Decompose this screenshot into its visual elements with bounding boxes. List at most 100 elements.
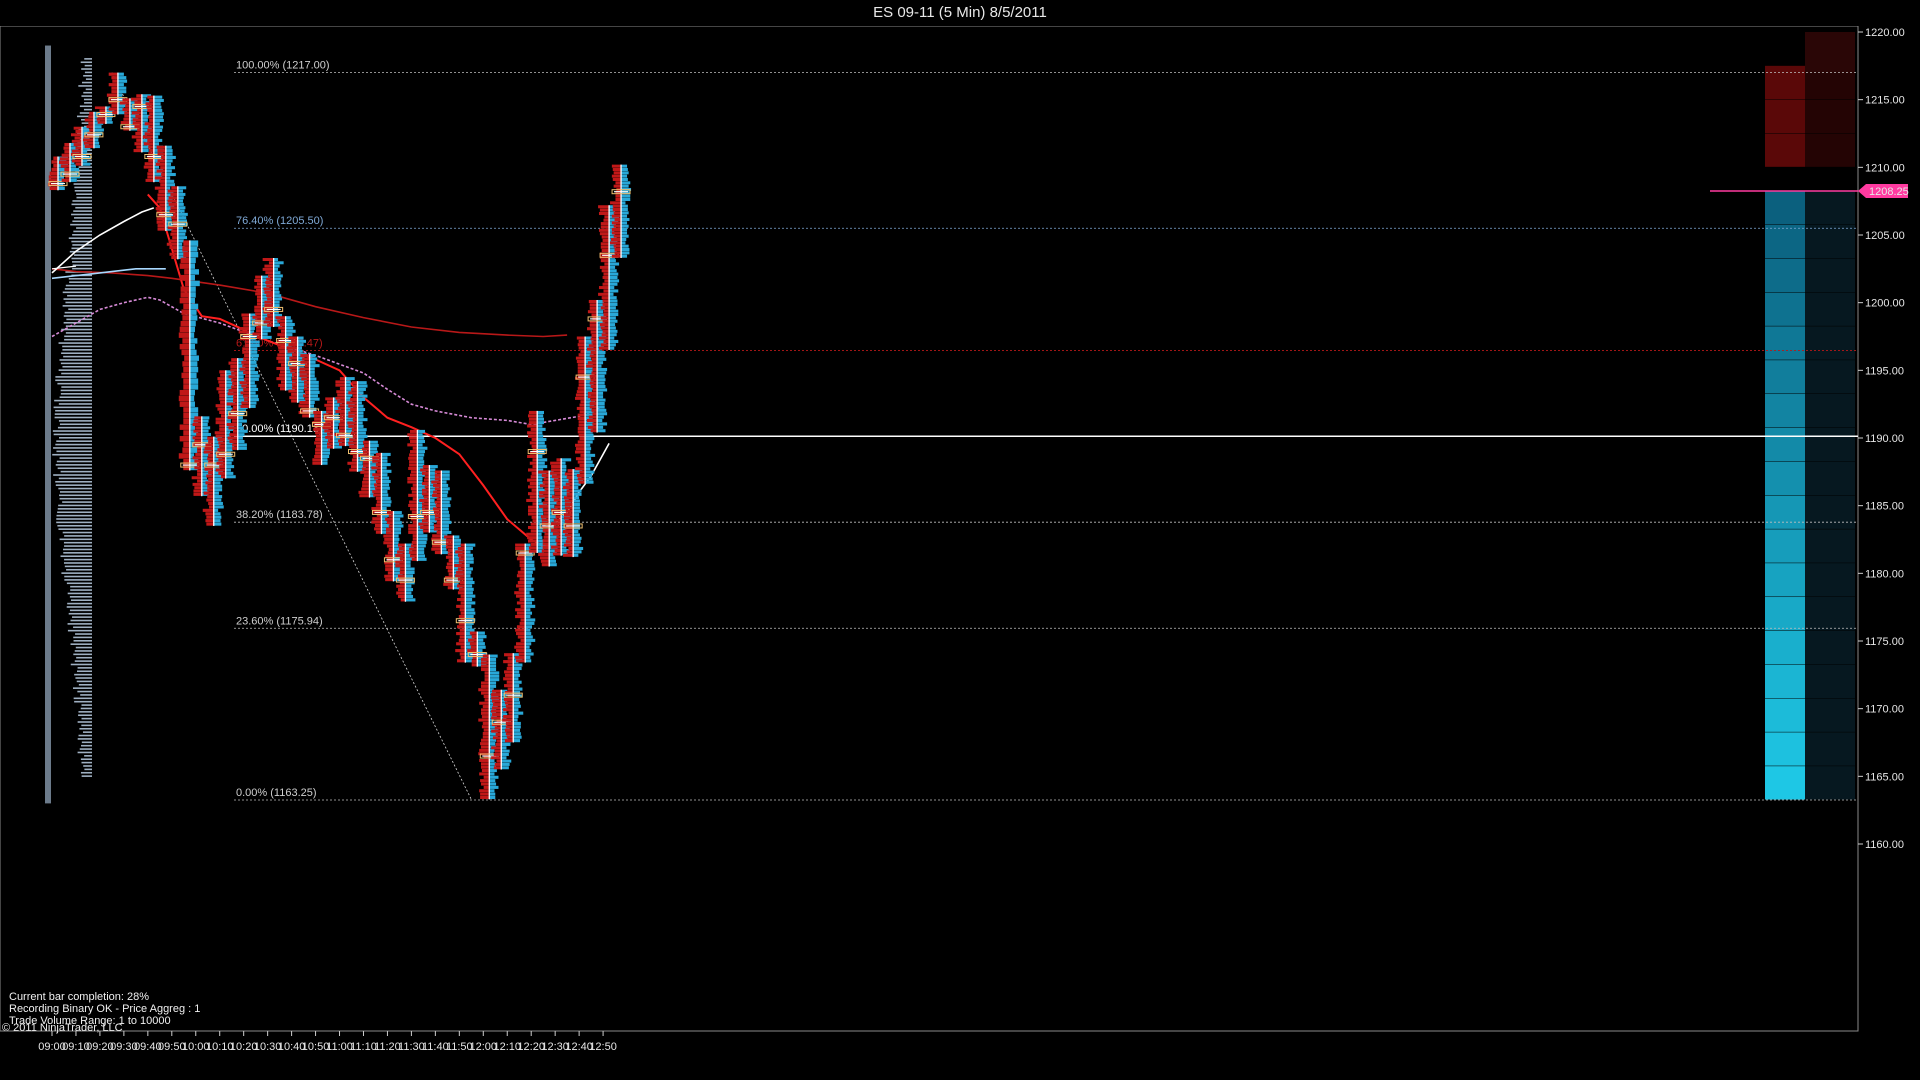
ask-volume-row [297,389,304,393]
bid-volume-row [457,553,466,557]
bid-volume-row [553,488,562,492]
ask-volume-row [381,520,387,524]
session-profile-row [67,623,92,625]
ask-volume-row [153,135,159,139]
bid-volume-row [432,534,442,538]
bid-volume-row [144,122,154,126]
bid-volume-row [423,495,430,499]
bid-volume-row [543,477,550,481]
ask-volume-row [225,475,236,479]
ask-volume-row [177,196,184,200]
bid-volume-row [61,153,70,157]
session-profile-row [68,237,92,239]
bid-volume-row [554,481,562,485]
bid-volume-row [480,691,490,695]
time-axis[interactable]: 09:0009:1009:2009:3009:4009:5010:0010:10… [38,1031,617,1053]
bid-volume-row [517,580,526,585]
ask-volume-row [621,164,628,168]
session-profile-row [60,389,92,392]
bid-volume-row [122,98,130,102]
ask-volume-row [537,438,547,442]
ask-volume-row [417,443,423,447]
bid-volume-row [598,211,610,216]
session-profile-row [78,714,92,717]
session-profile-row [72,616,92,618]
bid-volume-row [279,350,286,354]
bid-volume-row [238,330,250,334]
session-profile-row [57,382,92,385]
bid-volume-row [436,497,442,501]
bid-volume-row [480,681,490,685]
ask-volume-row [189,389,195,396]
session-profile-row [76,179,92,182]
session-profile-row [58,437,92,439]
bid-volume-row [352,434,358,438]
bid-volume-row [337,393,346,397]
ask-volume-row [441,477,450,481]
ask-volume-row [345,383,351,387]
bid-volume-row [351,381,358,385]
bid-volume-row [339,386,346,390]
chart-plot-area[interactable]: 100.00% (1217.00)76.40% (1205.50)61.80% … [0,26,1909,1080]
price-axis[interactable]: 1160.001165.001170.001175.001180.001185.… [1858,27,1905,851]
ask-volume-row [357,434,368,438]
ask-volume-row [309,390,320,394]
bid-volume-row [564,506,574,510]
session-profile-row [76,670,92,673]
price-tick-label: 1185.00 [1865,501,1904,513]
bid-volume-row [459,580,466,585]
ask-volume-row [201,429,209,433]
bid-volume-row [292,372,298,376]
bid-volume-row [459,652,466,656]
ask-volume-row [465,598,473,602]
session-profile-row [73,636,92,639]
bid-volume-row [495,732,502,736]
bid-volume-row [374,527,382,531]
bid-volume-row [157,152,166,156]
ask-volume-row [417,439,425,444]
bid-volume-row [280,336,286,340]
bid-volume-row [371,520,382,524]
bid-volume-row [579,437,586,441]
chart-svg[interactable]: 100.00% (1217.00)76.40% (1205.50)61.80% … [0,26,1920,1080]
bid-volume-row [221,475,226,479]
ask-volume-row [441,480,447,484]
ask-volume-row [513,653,520,657]
ask-volume-row [573,530,579,534]
ask-volume-row [417,530,424,534]
ask-volume-row [597,381,605,385]
bid-volume-row [518,587,526,591]
bid-volume-row [183,366,190,373]
bid-volume-row [362,450,370,454]
session-profile-row [83,91,92,94]
ask-volume-row [189,246,198,252]
session-profile-row [84,71,92,74]
ask-volume-row [153,125,164,129]
ask-volume-row [249,367,255,371]
bid-volume-row [431,547,442,551]
ask-volume-row [393,531,402,535]
bid-volume-row [299,370,310,374]
bid-volume-row [89,128,94,132]
ask-volume-row [237,419,247,423]
bid-volume-row [421,488,430,492]
bid-volume-row [578,480,586,484]
ask-volume-row [285,377,292,381]
ask-volume-row [441,510,449,514]
session-profile-row [81,744,92,747]
bid-volume-row [385,568,394,572]
bid-volume-row [579,470,586,474]
bid-volume-row [530,475,538,479]
ask-volume-row [525,563,535,568]
bid-volume-row [554,505,562,509]
bid-volume-row [73,126,82,130]
bid-volume-row [579,463,586,467]
bid-volume-row [157,193,166,197]
bid-volume-row [208,440,214,444]
ask-volume-row [537,461,545,465]
ask-volume-row [153,122,160,126]
ask-volume-row [525,543,531,547]
bid-volume-row [492,706,502,710]
ask-volume-row [321,448,330,452]
bid-volume-row [503,708,514,712]
